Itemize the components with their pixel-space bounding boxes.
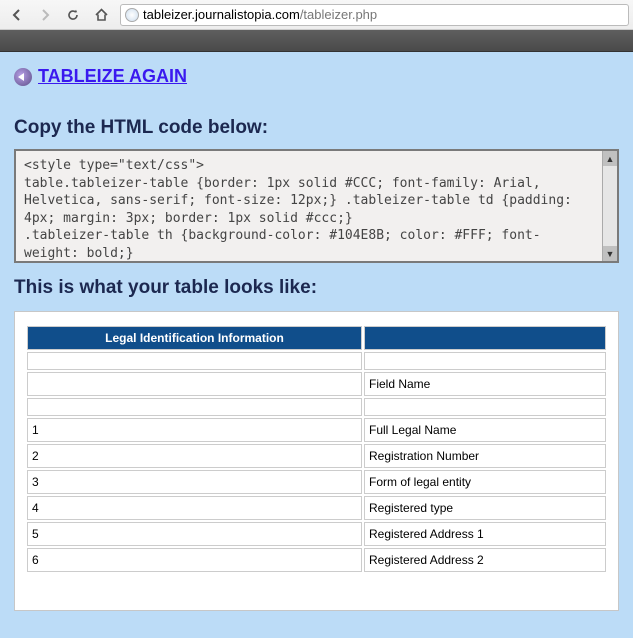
tableize-again-link[interactable]: TABLEIZE AGAIN <box>38 66 187 87</box>
preview-table: Legal Identification Information Field N… <box>25 324 608 574</box>
table-cell-b: Field Name <box>364 372 606 396</box>
table-cell-a: 4 <box>27 496 362 520</box>
back-button[interactable] <box>4 4 30 26</box>
table-cell-a: 6 <box>27 548 362 572</box>
table-row <box>27 398 606 416</box>
table-header-a: Legal Identification Information <box>27 326 362 350</box>
table-cell-a: 2 <box>27 444 362 468</box>
table-cell-a <box>27 398 362 416</box>
table-cell-b: Form of legal entity <box>364 470 606 494</box>
table-cell-b: Registered Address 1 <box>364 522 606 546</box>
scroll-down-button[interactable]: ▼ <box>603 246 617 261</box>
tab-strip <box>0 30 633 52</box>
url-host: tableizer.journalistopia.com/tableizer.p… <box>143 7 377 22</box>
address-bar[interactable]: tableizer.journalistopia.com/tableizer.p… <box>120 4 629 26</box>
scroll-up-button[interactable]: ▲ <box>603 151 617 166</box>
browser-toolbar: tableizer.journalistopia.com/tableizer.p… <box>0 0 633 30</box>
table-cell-a: 5 <box>27 522 362 546</box>
table-row: 2Registration Number <box>27 444 606 468</box>
table-cell-b: Registered type <box>364 496 606 520</box>
copy-code-heading: Copy the HTML code below: <box>14 117 619 139</box>
table-header-b <box>364 326 606 350</box>
tableize-again-row: TABLEIZE AGAIN <box>14 66 619 87</box>
code-text[interactable]: <style type="text/css"> table.tableizer-… <box>16 151 602 261</box>
table-row: 3Form of legal entity <box>27 470 606 494</box>
table-cell-b <box>364 398 606 416</box>
table-row: 4Registered type <box>27 496 606 520</box>
home-button[interactable] <box>88 4 114 26</box>
table-row <box>27 352 606 370</box>
back-circle-icon <box>14 68 32 86</box>
table-header-row: Legal Identification Information <box>27 326 606 350</box>
table-cell-b: Full Legal Name <box>364 418 606 442</box>
table-cell-a: 1 <box>27 418 362 442</box>
table-row: 6Registered Address 2 <box>27 548 606 572</box>
table-row: 1Full Legal Name <box>27 418 606 442</box>
reload-button[interactable] <box>60 4 86 26</box>
scroll-thumb[interactable] <box>603 166 617 246</box>
table-cell-b: Registered Address 2 <box>364 548 606 572</box>
table-cell-b <box>364 352 606 370</box>
table-cell-a: 3 <box>27 470 362 494</box>
code-output-box[interactable]: <style type="text/css"> table.tableizer-… <box>14 149 619 263</box>
table-cell-a <box>27 372 362 396</box>
code-scrollbar[interactable]: ▲ ▼ <box>602 151 617 261</box>
site-icon <box>125 8 139 22</box>
table-row: Field Name <box>27 372 606 396</box>
preview-heading: This is what your table looks like: <box>14 277 619 299</box>
forward-button <box>32 4 58 26</box>
preview-panel: Legal Identification Information Field N… <box>14 311 619 611</box>
table-cell-a <box>27 352 362 370</box>
page-body: TABLEIZE AGAIN Copy the HTML code below:… <box>0 52 633 638</box>
table-row: 5Registered Address 1 <box>27 522 606 546</box>
url-path: /tableizer.php <box>300 7 377 22</box>
table-cell-b: Registration Number <box>364 444 606 468</box>
